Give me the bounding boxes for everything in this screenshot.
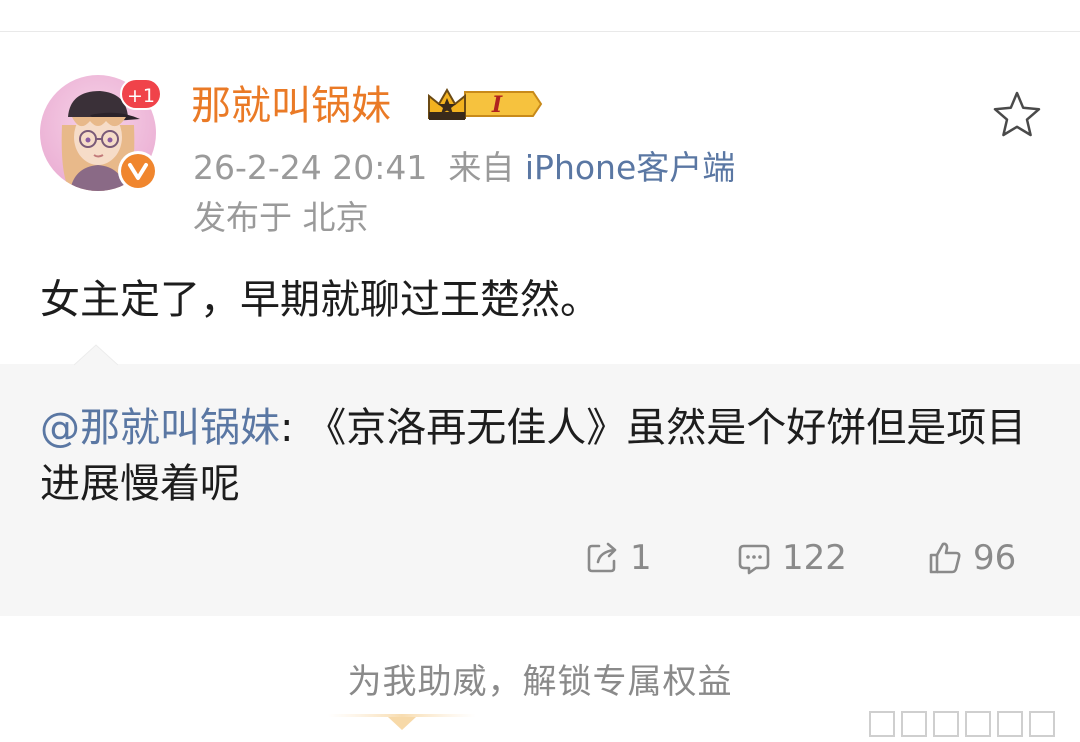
support-promo-link[interactable]: 为我助威，解锁专属权益	[0, 656, 1080, 708]
share-count: 1	[630, 538, 652, 578]
thumbs-up-icon	[929, 542, 961, 574]
repost-text: @那就叫锅妹: 《京洛再无佳人》虽然是个好饼但是项目进展慢着呢	[40, 400, 1040, 512]
promo-pointer-icon	[328, 714, 476, 730]
share-icon	[587, 542, 617, 573]
repost-separator: :	[280, 405, 307, 451]
vip-crown-badge[interactable]: I	[425, 82, 543, 130]
like-count: 96	[973, 538, 1017, 578]
comment-icon	[738, 544, 770, 575]
repost-mention-link[interactable]: @那就叫锅妹	[40, 405, 280, 451]
source-prefix: 来自	[448, 148, 515, 187]
post-timestamp: 26-2-24 20:41	[193, 148, 428, 187]
username-link[interactable]: 那就叫锅妹	[191, 78, 391, 134]
comment-button[interactable]: 122	[736, 534, 847, 582]
post-meta: 26-2-24 20:41 来自 iPhone客户端	[193, 146, 735, 190]
like-button[interactable]: 96	[927, 534, 1016, 582]
source-client-link[interactable]: iPhone客户端	[525, 148, 735, 187]
favorite-star-icon[interactable]	[990, 88, 1044, 146]
post-text: 女主定了，早期就聊过王楚然。	[40, 277, 600, 323]
comment-count: 122	[782, 538, 847, 578]
post-location: 发布于 北京	[193, 198, 369, 237]
vip-level-text: I	[491, 92, 503, 118]
share-button[interactable]: 1	[584, 534, 652, 582]
notification-badge: +1	[120, 78, 162, 110]
verified-badge-icon	[118, 151, 158, 191]
top-divider	[0, 31, 1080, 32]
repost-pointer	[74, 344, 118, 366]
watermark-decoration	[869, 711, 1055, 737]
